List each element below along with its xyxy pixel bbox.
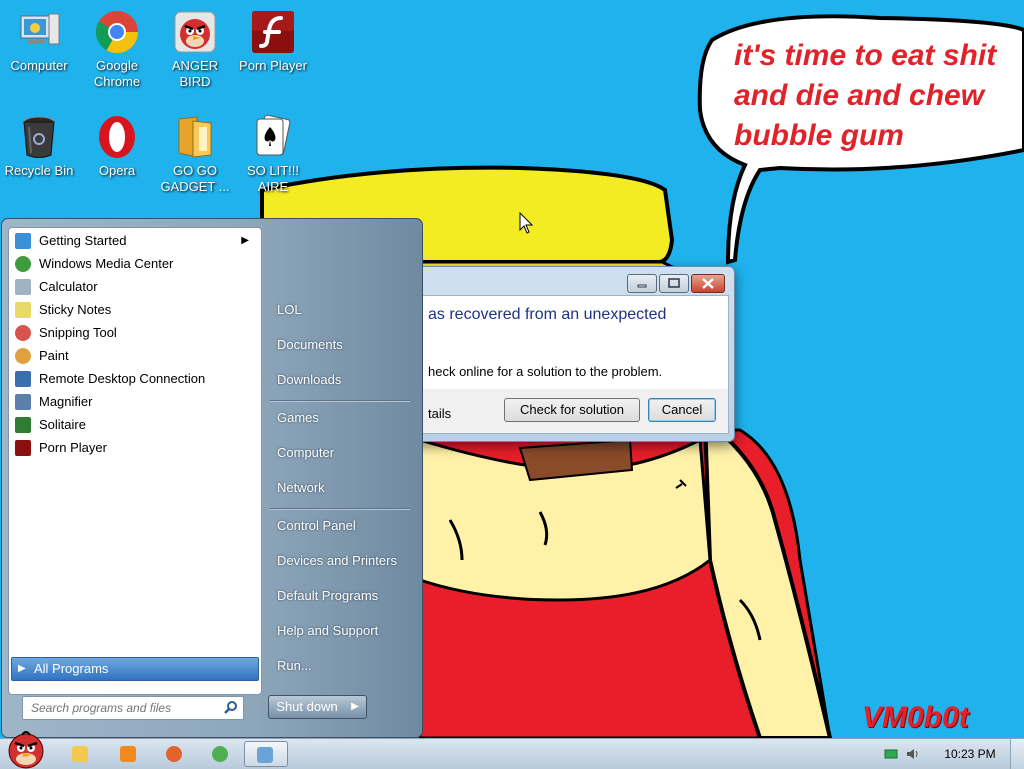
angry-bird-icon [174, 11, 216, 53]
right-item-devices-and-printers[interactable]: Devices and Printers [268, 546, 416, 576]
solitaire-icon [256, 114, 291, 156]
submenu-arrow-icon: ▶ [241, 235, 249, 246]
speech-line-1: it's time to eat shit [734, 39, 997, 72]
solitaire-icon [15, 417, 31, 433]
program-calculator[interactable]: Calculator [13, 276, 255, 298]
start-menu-programs-pane: Getting Started ▶ Windows Media Center C… [8, 227, 262, 695]
divider [270, 400, 410, 402]
right-item-computer[interactable]: Computer [268, 438, 416, 468]
chrome-icon [212, 746, 228, 762]
running-app-icon [257, 747, 273, 763]
right-item-run[interactable]: Run... [268, 651, 416, 681]
all-programs-button[interactable]: ▶ All Programs [11, 657, 259, 681]
triangle-right-icon: ▶ [18, 663, 26, 674]
start-button[interactable] [2, 729, 50, 769]
divider [270, 508, 410, 510]
check-for-solution-button[interactable]: Check for solution [504, 398, 640, 422]
right-item-default-programs[interactable]: Default Programs [268, 581, 416, 611]
taskbar-chrome-button[interactable] [200, 741, 240, 767]
mouse-cursor-icon [519, 212, 534, 234]
program-snipping-tool[interactable]: Snipping Tool [13, 322, 255, 344]
desktop-icon-anger-bird[interactable]: ANGER BIRD [156, 8, 234, 90]
media-player-icon [120, 746, 136, 762]
taskbar-explorer-button[interactable] [60, 741, 100, 767]
program-remote-desktop-connection[interactable]: Remote Desktop Connection [13, 368, 255, 390]
dialog-footer: tails Check for solution Cancel [407, 389, 729, 434]
media-center-icon [15, 256, 31, 272]
view-details-link[interactable]: tails [428, 406, 451, 421]
getting-started-icon [15, 233, 31, 249]
shut-down-button[interactable]: Shut down [268, 695, 346, 719]
show-desktop-button[interactable] [1010, 739, 1024, 769]
cancel-button[interactable]: Cancel [648, 398, 716, 422]
magnifier-icon [15, 394, 31, 410]
scissors-icon [15, 325, 31, 341]
chrome-icon [95, 11, 138, 54]
search-icon[interactable] [223, 700, 239, 716]
search-input[interactable] [29, 699, 221, 717]
right-item-downloads[interactable]: Downloads [268, 365, 416, 395]
flash-player-icon [252, 11, 294, 53]
close-button[interactable] [691, 274, 725, 293]
desktop-icon-go-go-gadget[interactable]: GO GO GADGET ... [156, 113, 234, 195]
taskbar-media-player-button[interactable] [108, 741, 148, 767]
right-item-lol[interactable]: LOL [268, 295, 416, 325]
remote-desktop-icon [15, 371, 31, 387]
right-item-help-and-support[interactable]: Help and Support [268, 616, 416, 646]
right-item-control-panel[interactable]: Control Panel [268, 511, 416, 541]
program-porn-player[interactable]: Porn Player [13, 437, 255, 459]
taskbar: 10:23 PM [0, 731, 1024, 769]
desktop-icon-solitaire[interactable]: SO LIT!!! AIRE [234, 113, 312, 195]
recycle-bin-icon [23, 116, 55, 158]
speech-bubble-text: it's time to eat shit and die and chew b… [734, 36, 1024, 156]
desktop-icon-opera[interactable]: Opera [78, 113, 156, 179]
calculator-icon [15, 279, 31, 295]
error-recovery-dialog: as recovered from an unexpected heck onl… [400, 266, 735, 442]
maximize-icon [668, 278, 680, 288]
volume-icon[interactable] [906, 747, 920, 761]
program-windows-media-center[interactable]: Windows Media Center [13, 253, 255, 275]
dialog-message-text: heck online for a solution to the proble… [428, 364, 663, 379]
program-solitaire[interactable]: Solitaire [13, 414, 255, 436]
chevron-right-icon: ▶ [351, 701, 359, 712]
desktop-icon-recycle-bin[interactable]: Recycle Bin [0, 113, 78, 179]
folder-icon [178, 116, 212, 158]
sticky-notes-icon [15, 302, 31, 318]
program-paint[interactable]: Paint [13, 345, 255, 367]
program-magnifier[interactable]: Magnifier [13, 391, 255, 413]
start-menu: Getting Started ▶ Windows Media Center C… [1, 218, 423, 738]
desktop-icon-computer[interactable]: Computer [0, 8, 78, 74]
program-sticky-notes[interactable]: Sticky Notes [13, 299, 255, 321]
opera-icon [99, 116, 135, 158]
paint-icon [15, 348, 31, 364]
dialog-body: as recovered from an unexpected heck onl… [407, 295, 729, 391]
minimize-icon [637, 284, 647, 288]
right-item-games[interactable]: Games [268, 403, 416, 433]
dialog-message-title: as recovered from an unexpected [428, 306, 667, 323]
computer-icon [20, 13, 60, 45]
start-search-box[interactable] [22, 696, 244, 720]
right-item-documents[interactable]: Documents [268, 330, 416, 360]
desktop-icon-google-chrome[interactable]: Google Chrome [78, 8, 156, 90]
maximize-button[interactable] [659, 274, 689, 293]
watermark-text: VM0b0t [862, 701, 969, 734]
right-item-network[interactable]: Network [268, 473, 416, 503]
minimize-button[interactable] [627, 274, 657, 293]
speech-line-2: and die and chew [734, 79, 985, 112]
flash-player-icon [15, 440, 31, 456]
explorer-icon [72, 746, 88, 762]
shut-down-options-button[interactable]: ▶ [344, 695, 367, 719]
taskbar-firefox-button[interactable] [154, 741, 194, 767]
close-icon [702, 278, 714, 289]
speech-line-3: bubble gum [734, 119, 904, 152]
network-icon[interactable] [884, 747, 898, 761]
desktop-icon-porn-player[interactable]: Porn Player [234, 8, 312, 74]
taskbar-running-app-button[interactable] [244, 741, 288, 767]
system-clock[interactable]: 10:23 PM [940, 739, 1000, 769]
firefox-icon [166, 746, 182, 762]
program-getting-started[interactable]: Getting Started ▶ [13, 230, 255, 252]
